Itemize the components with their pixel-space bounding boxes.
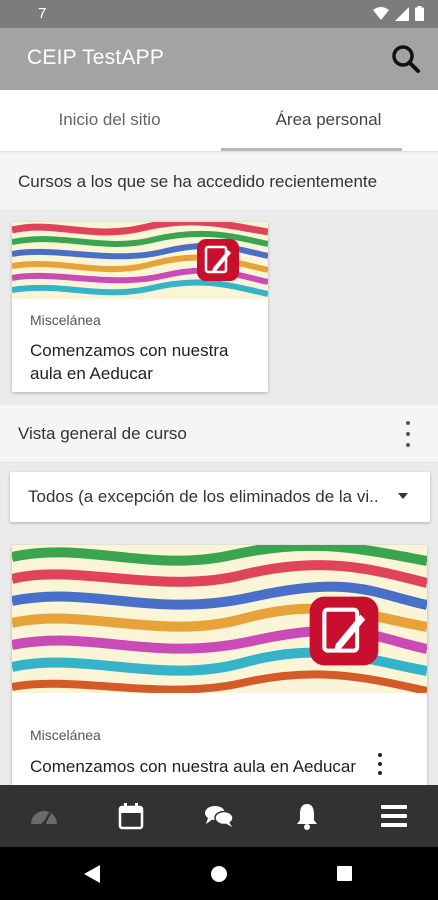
course-badge-icon bbox=[197, 239, 239, 281]
tab-indicator bbox=[221, 148, 402, 151]
nav-notifications[interactable] bbox=[263, 785, 351, 847]
recent-courses-title: Cursos a los que se ha accedido reciente… bbox=[18, 172, 378, 191]
tab-inicio-del-sitio[interactable]: Inicio del sitio bbox=[0, 90, 219, 152]
menu-icon bbox=[381, 805, 408, 827]
dashboard-icon bbox=[30, 811, 57, 827]
course-filter-value: Todos (a excepción de los eliminados de … bbox=[28, 487, 378, 506]
back-icon[interactable] bbox=[84, 865, 100, 883]
recent-courses-header: Cursos a los que se ha accedido reciente… bbox=[0, 153, 438, 211]
course-banner-image bbox=[12, 222, 268, 299]
chevron-down-icon bbox=[398, 493, 408, 499]
wifi-icon bbox=[373, 6, 389, 20]
course-banner-image bbox=[12, 545, 427, 693]
course-category: Miscelánea bbox=[30, 312, 101, 328]
app-bar: CEIP TestAPP bbox=[0, 28, 438, 90]
bottom-navigation bbox=[0, 785, 438, 847]
status-time: 7 bbox=[38, 5, 47, 22]
tab-area-personal[interactable]: Área personal bbox=[219, 90, 438, 152]
course-name[interactable]: Comenzamos con nuestra aula en Aeducar bbox=[30, 755, 356, 778]
nav-messages[interactable] bbox=[175, 785, 263, 847]
status-bar: 7 bbox=[0, 0, 438, 28]
course-more-options-icon[interactable] bbox=[370, 753, 390, 775]
system-navigation-bar bbox=[0, 847, 438, 900]
recent-apps-icon[interactable] bbox=[337, 866, 352, 881]
course-category: Miscelánea bbox=[30, 727, 101, 743]
home-icon[interactable] bbox=[211, 866, 227, 882]
search-icon[interactable] bbox=[390, 43, 422, 75]
messages-icon bbox=[204, 806, 234, 827]
course-overview-title: Vista general de curso bbox=[18, 424, 187, 443]
nav-dashboard[interactable] bbox=[0, 785, 88, 847]
signal-icon bbox=[395, 6, 409, 21]
app-title: CEIP TestAPP bbox=[27, 46, 165, 69]
overview-course-card[interactable]: Miscelánea Comenzamos con nuestra aula e… bbox=[12, 545, 427, 805]
nav-calendar[interactable] bbox=[88, 785, 176, 847]
notifications-icon bbox=[296, 804, 317, 830]
status-icons bbox=[373, 6, 424, 21]
course-badge-icon bbox=[309, 596, 379, 666]
nav-more-menu[interactable] bbox=[350, 785, 438, 847]
overview-more-options-icon[interactable] bbox=[398, 421, 418, 447]
battery-icon bbox=[415, 6, 424, 21]
recent-course-card[interactable]: Miscelánea Comenzamos con nuestra aula e… bbox=[12, 222, 268, 392]
course-overview-header: Vista general de curso bbox=[0, 405, 438, 463]
course-name[interactable]: Comenzamos con nuestra aula en Aeducar bbox=[30, 339, 260, 385]
calendar-icon bbox=[119, 803, 144, 830]
course-filter-select[interactable]: Todos (a excepción de los eliminados de … bbox=[10, 472, 430, 522]
tab-bar: Inicio del sitio Área personal bbox=[0, 90, 438, 152]
